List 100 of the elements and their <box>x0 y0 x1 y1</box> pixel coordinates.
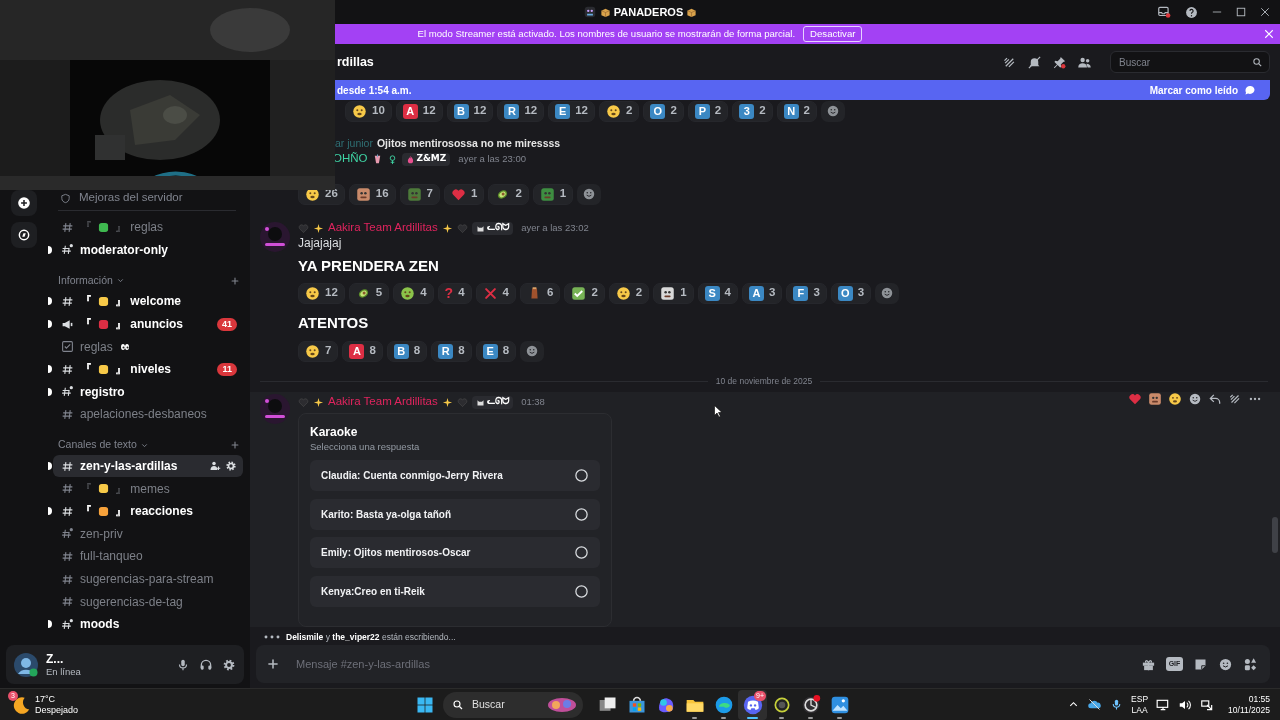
channel-item[interactable]: moderator-only <box>53 238 243 262</box>
guild-tag[interactable]: ᓚᘏᗢ <box>471 395 514 409</box>
reaction-button[interactable]: 12 <box>298 282 345 304</box>
reaction-button[interactable]: 5 <box>348 282 390 304</box>
reaction-button[interactable]: F 3 <box>786 282 827 304</box>
reaction-button[interactable]: 10 <box>345 100 392 122</box>
reaction-button[interactable]: O 2 <box>643 100 684 122</box>
channel-item[interactable]: 『 』 reglas <box>53 216 243 239</box>
invite-icon[interactable] <box>209 460 221 473</box>
emoji-icon[interactable] <box>1218 656 1233 672</box>
taskbar-search-input[interactable]: Buscar <box>470 695 541 714</box>
plus-icon[interactable] <box>230 440 240 451</box>
category-label[interactable]: Información <box>58 272 113 289</box>
settings-icon[interactable] <box>225 460 237 473</box>
channel-item[interactable]: sugerencias-para-stream <box>53 567 243 591</box>
add-reaction-button[interactable] <box>520 340 545 362</box>
reaction-button[interactable]: R 12 <box>497 100 545 122</box>
mark-read-button[interactable]: Marcar como leído <box>1149 82 1256 98</box>
close-icon[interactable] <box>1260 7 1270 17</box>
category-label[interactable]: Canales de texto <box>58 437 137 454</box>
radio-button[interactable] <box>574 506 589 522</box>
reaction-button[interactable]: B 8 <box>386 340 428 362</box>
discover-button[interactable] <box>11 222 37 248</box>
heart-emoji-icon[interactable] <box>1128 392 1142 406</box>
poll-option[interactable]: Emily: Ojitos mentirosos-Oscar <box>310 537 600 569</box>
scrollbar[interactable] <box>1272 517 1278 553</box>
reaction-button[interactable]: 1 <box>532 183 574 205</box>
guild-tag[interactable]: ᓚᘏᗢ <box>471 221 514 235</box>
reaction-button[interactable]: 6 <box>520 282 561 304</box>
reaction-button[interactable]: N 2 <box>776 100 817 122</box>
reaction-button[interactable]: 1 <box>444 183 485 205</box>
thread-icon[interactable] <box>1228 392 1242 406</box>
reaction-button[interactable]: A 3 <box>742 282 783 304</box>
channel-item[interactable]: 『 』 niveles 11 <box>53 357 243 381</box>
add-reaction-icon[interactable] <box>1188 392 1202 406</box>
clock[interactable]: 01:55 10/11/2025 <box>1228 693 1270 716</box>
apps-icon[interactable] <box>1243 656 1258 672</box>
poll-option[interactable]: Karito: Basta ya-olga tañoñ <box>310 498 600 530</box>
reaction-button[interactable]: A 8 <box>342 340 383 362</box>
add-reaction-button[interactable] <box>577 183 602 205</box>
radio-button[interactable] <box>574 583 589 599</box>
radio-button[interactable] <box>574 545 589 561</box>
guild-tag[interactable]: Z&MZ <box>401 152 451 166</box>
headphones-icon[interactable] <box>199 657 213 672</box>
reaction-button[interactable]: E 12 <box>548 100 595 122</box>
channel-item[interactable]: 『 』 reacciones <box>53 499 243 523</box>
reaction-button[interactable]: O 3 <box>830 282 872 304</box>
reaction-button[interactable]: 2 <box>488 183 529 205</box>
add-reaction-button[interactable] <box>821 100 845 122</box>
radio-button[interactable] <box>574 468 589 483</box>
author-name[interactable]: Aakira Team Ardillitas <box>328 393 438 411</box>
help-icon[interactable] <box>1185 5 1198 19</box>
channel-item[interactable]: sugerencias-de-tag <box>53 590 243 613</box>
keyboard-language[interactable]: ESP LAA <box>1131 693 1149 716</box>
attach-icon[interactable] <box>266 657 280 671</box>
avatar[interactable] <box>260 222 290 252</box>
network-icon[interactable] <box>1200 697 1215 712</box>
mute-icon[interactable] <box>1027 54 1042 70</box>
reaction-button[interactable]: 4 <box>393 282 434 304</box>
channel-item[interactable]: moods <box>53 612 243 636</box>
author-name[interactable]: Aakira Team Ardillitas <box>328 219 438 237</box>
channel-item[interactable]: registro <box>53 380 243 404</box>
boost-item[interactable]: Mejoras del servidor <box>48 190 243 206</box>
channel-item[interactable]: full-tanqueo <box>53 545 243 568</box>
microphone-icon[interactable] <box>176 657 190 672</box>
add-reaction-button[interactable] <box>875 282 900 304</box>
reaction-button[interactable]: E 8 <box>475 340 517 362</box>
channel-item[interactable]: reglas <box>53 335 243 358</box>
reaction-button[interactable]: 1 <box>653 282 694 304</box>
reaction-button[interactable]: S 4 <box>697 282 738 304</box>
inbox-icon[interactable] <box>1157 5 1171 19</box>
avatar[interactable] <box>260 394 290 424</box>
plus-icon[interactable] <box>230 275 240 286</box>
avatar[interactable] <box>14 652 38 677</box>
reaction-button[interactable]: 4 <box>475 282 516 304</box>
channel-item[interactable]: 『 』 memes <box>53 477 243 500</box>
add-server-button[interactable] <box>11 190 37 216</box>
reaction-button[interactable]: 2 <box>608 282 650 304</box>
reaction-button[interactable]: 7 <box>399 183 440 205</box>
reaction-button[interactable]: 7 <box>298 340 339 362</box>
reaction-button[interactable]: B 12 <box>446 100 494 122</box>
reaction-button[interactable]: 2 <box>564 282 605 304</box>
reaction-button[interactable]: ? 4 <box>437 282 472 304</box>
channel-item[interactable]: 『 』 anuncios 41 <box>53 312 243 336</box>
channel-item[interactable]: 『 』 welcome <box>53 290 243 313</box>
maximize-icon[interactable] <box>1236 7 1246 17</box>
search-field[interactable]: Buscar <box>1110 51 1270 73</box>
taskbar-search[interactable]: Buscar <box>443 691 583 718</box>
face-emoji-icon[interactable] <box>1168 392 1182 406</box>
poll-option[interactable]: Kenya:Creo en ti-Reik <box>310 575 600 607</box>
custom-emoji-icon[interactable] <box>1148 392 1162 406</box>
reaction-button[interactable]: P 2 <box>687 100 729 122</box>
reaction-button[interactable]: A 12 <box>395 100 443 122</box>
reaction-button[interactable]: R 8 <box>431 340 472 362</box>
reaction-button[interactable]: 2 <box>599 100 640 122</box>
cloud-icon[interactable] <box>1087 697 1103 712</box>
search-input[interactable]: Buscar <box>1117 53 1252 71</box>
channel-item[interactable]: apelaciones-desbaneos <box>53 403 243 426</box>
deactivate-button[interactable]: Desactivar <box>803 26 863 42</box>
display-icon[interactable] <box>1156 697 1171 712</box>
